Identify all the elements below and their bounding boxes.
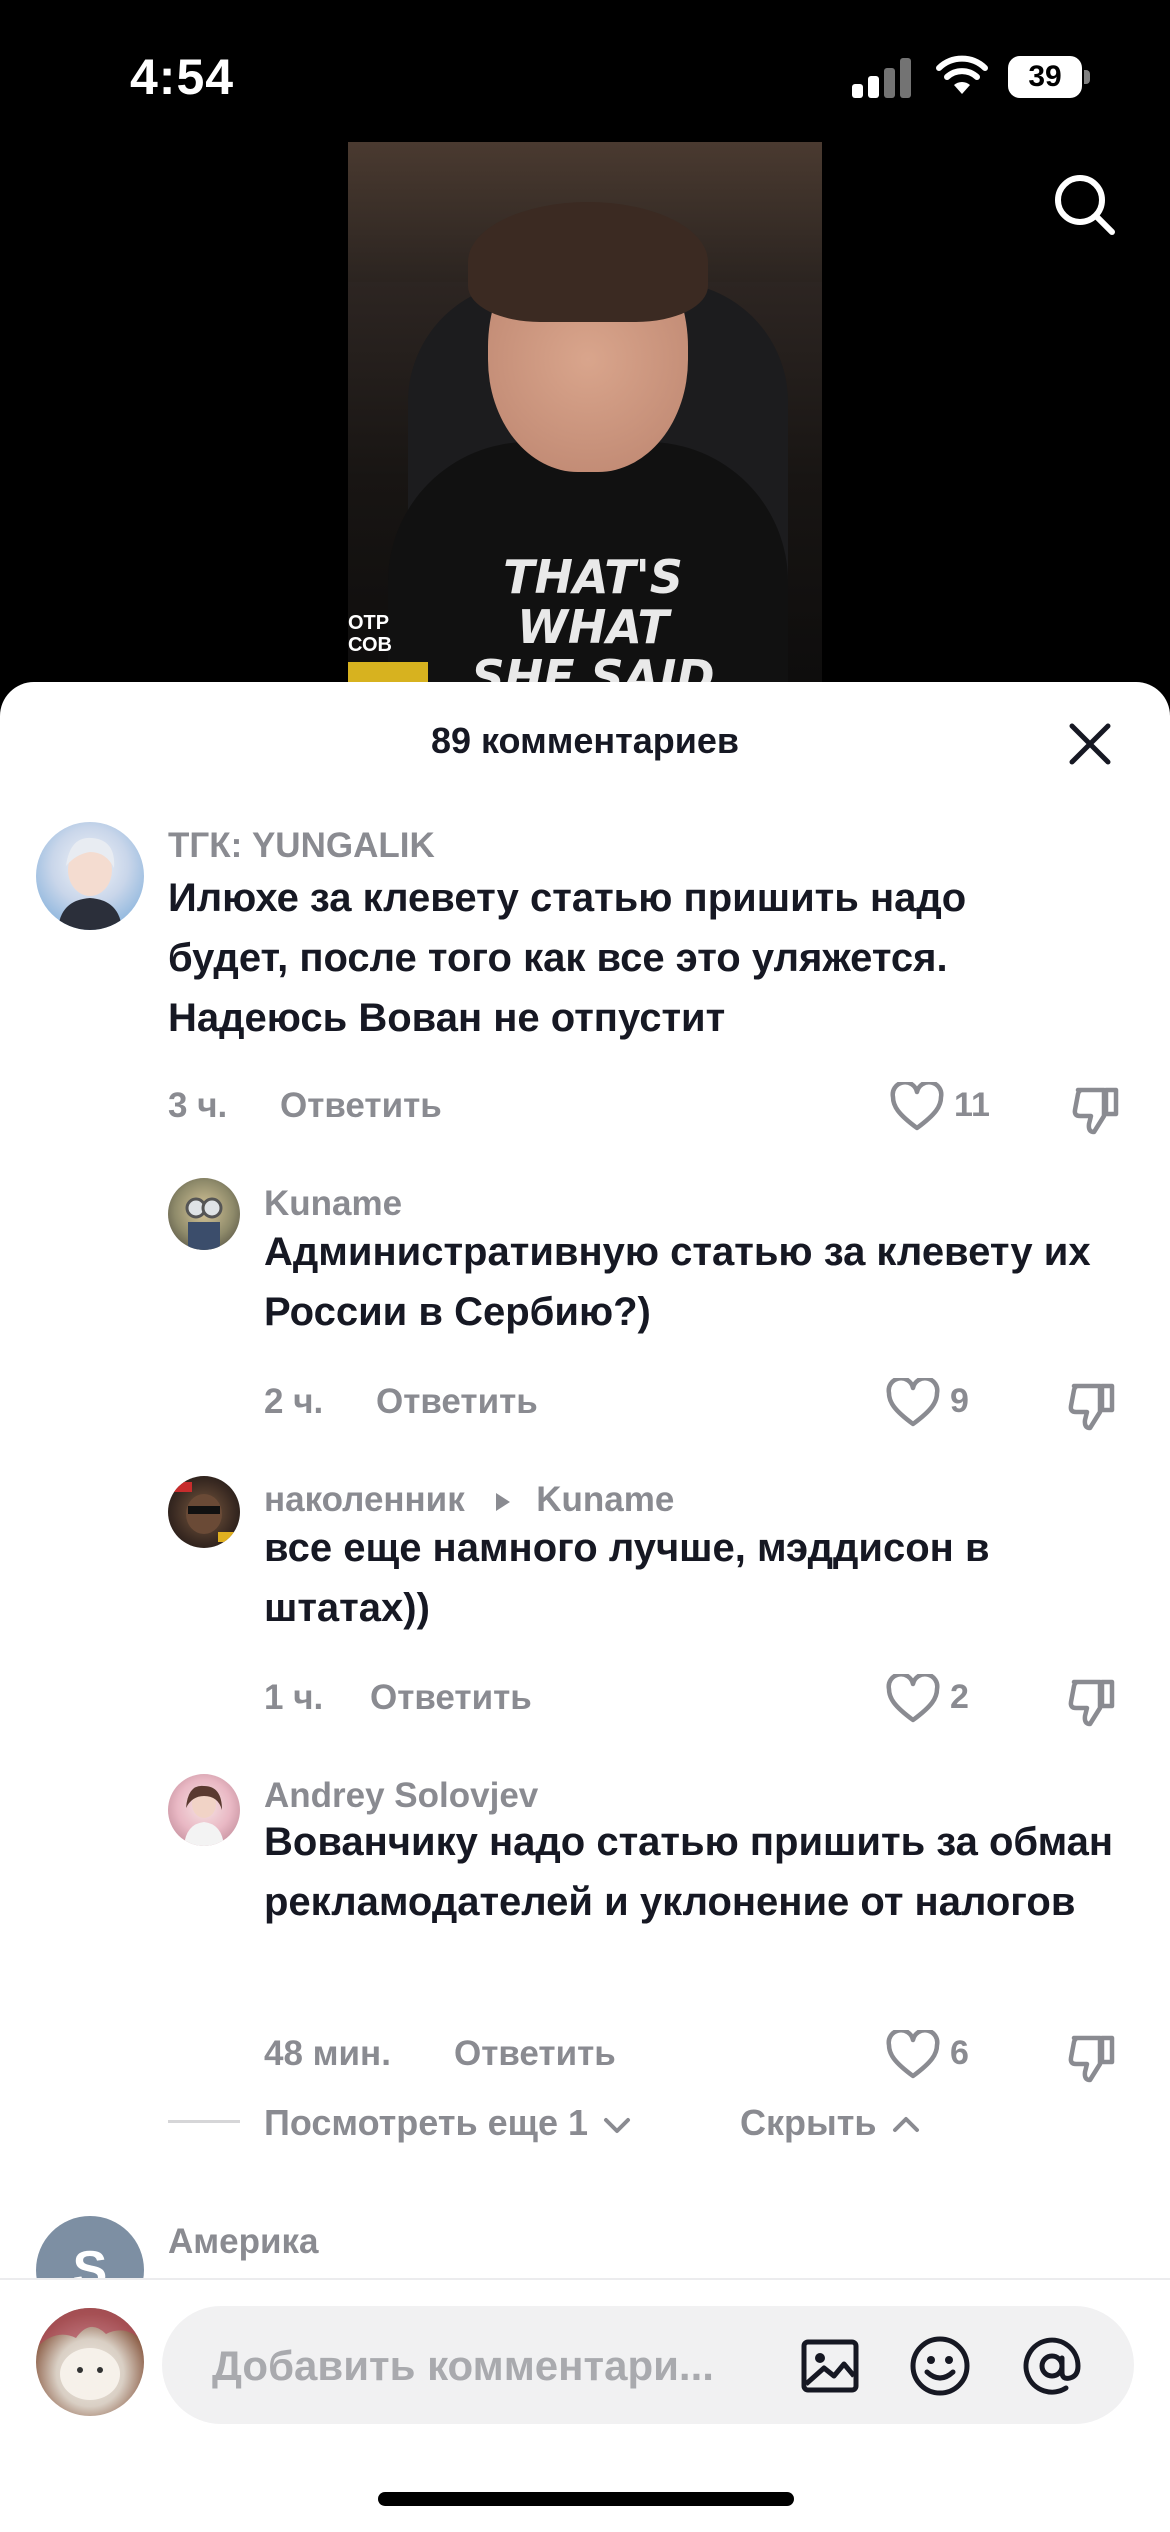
comment-item: ТГК: YUNGALIK Илюхе за клевету статью пр… — [0, 682, 1170, 1135]
heart-icon — [890, 1082, 944, 1131]
avatar[interactable] — [168, 1178, 240, 1250]
reply-button[interactable]: Ответить — [376, 1382, 538, 1422]
thread-divider — [168, 2120, 240, 2123]
image-icon[interactable] — [798, 2334, 862, 2398]
status-bar: 4:54 39 — [0, 0, 1170, 150]
comment-text: Илюхе за клевету статью пришить надо буд… — [168, 876, 967, 1040]
like-count: 2 — [950, 1678, 969, 1716]
reply-to-arrow-icon — [496, 1492, 511, 1511]
comment-username[interactable]: Америка — [168, 2222, 319, 2262]
heart-icon — [886, 1378, 940, 1427]
search-icon[interactable] — [1050, 170, 1120, 240]
dislike-icon[interactable] — [1064, 1378, 1120, 1434]
video-preview[interactable]: THAT'S WHAT SHE SAID ОТР СОВ — [348, 142, 822, 702]
reply-time: 2 ч. — [264, 1382, 324, 1421]
status-time: 4:54 — [130, 49, 235, 105]
reply-text: Вованчику надо статью пришить за обман р… — [264, 1820, 1114, 1924]
reply-button[interactable]: Ответить — [454, 2034, 616, 2074]
comment-input[interactable]: Добавить комментари... — [162, 2306, 1134, 2424]
like-button[interactable]: 11 — [890, 1078, 1030, 1134]
comment-username[interactable]: ТГК: YUNGALIK — [168, 826, 435, 866]
avatar[interactable] — [168, 1476, 240, 1548]
reply-username[interactable]: Kuname — [264, 1184, 402, 1224]
wifi-icon — [936, 55, 988, 94]
reply-text: все еще намного лучше, мэддисон в штатах… — [264, 1526, 990, 1630]
like-count: 6 — [950, 2034, 969, 2072]
shirt-text: THAT'S WHAT SHE SAID — [471, 550, 715, 702]
dislike-icon[interactable] — [1068, 1082, 1124, 1138]
dislike-icon[interactable] — [1064, 2030, 1120, 2086]
like-count: 9 — [950, 1382, 969, 1420]
like-button[interactable]: 2 — [886, 1670, 1026, 1726]
avatar[interactable] — [36, 822, 144, 930]
mention-icon[interactable] — [1020, 2334, 1084, 2398]
like-button[interactable]: 9 — [886, 1374, 1026, 1430]
like-button[interactable]: 6 — [886, 2026, 1026, 2082]
reply-time: 1 ч. — [264, 1678, 324, 1717]
comment-item: S Америка — [0, 682, 1170, 2324]
reply-button[interactable]: Ответить — [370, 1678, 532, 1718]
reply-time: 48 мин. — [264, 2034, 391, 2073]
dislike-icon[interactable] — [1064, 1674, 1120, 1730]
battery-level: 39 — [1008, 56, 1082, 98]
home-indicator[interactable] — [378, 2492, 794, 2506]
avatar[interactable] — [36, 2308, 144, 2416]
reply-username[interactable]: Andrey Solovjev — [264, 1776, 538, 1816]
reply-text: Административную статью за клевету их Ро… — [264, 1230, 1091, 1334]
like-count: 11 — [954, 1086, 990, 1124]
hide-replies-button[interactable]: Скрыть — [740, 2102, 921, 2144]
comment-time: 3 ч. — [168, 1086, 228, 1125]
thread-controls: Посмотреть еще 1 Скрыть — [168, 2098, 1068, 2148]
emoji-icon[interactable] — [908, 2334, 972, 2398]
video-corner-text: ОТР СОВ — [348, 612, 392, 656]
comment-input-placeholder: Добавить комментари... — [212, 2342, 714, 2389]
chevron-up-icon — [892, 2117, 919, 2133]
battery-icon: 39 — [1008, 56, 1090, 98]
heart-icon — [886, 1674, 940, 1723]
heart-icon — [886, 2030, 940, 2079]
chevron-down-icon — [604, 2118, 631, 2134]
reply-to-username: Kuname — [536, 1480, 675, 1519]
comments-sheet: 89 комментариев ТГК: YUNGALIK Илюхе за к… — [0, 682, 1170, 2532]
reply-button[interactable]: Ответить — [280, 1086, 442, 1126]
view-more-replies-button[interactable]: Посмотреть еще 1 — [264, 2102, 632, 2144]
avatar[interactable] — [168, 1774, 240, 1846]
signal-icon — [852, 58, 914, 98]
reply-username[interactable]: наколенник Kuname — [264, 1480, 674, 1520]
